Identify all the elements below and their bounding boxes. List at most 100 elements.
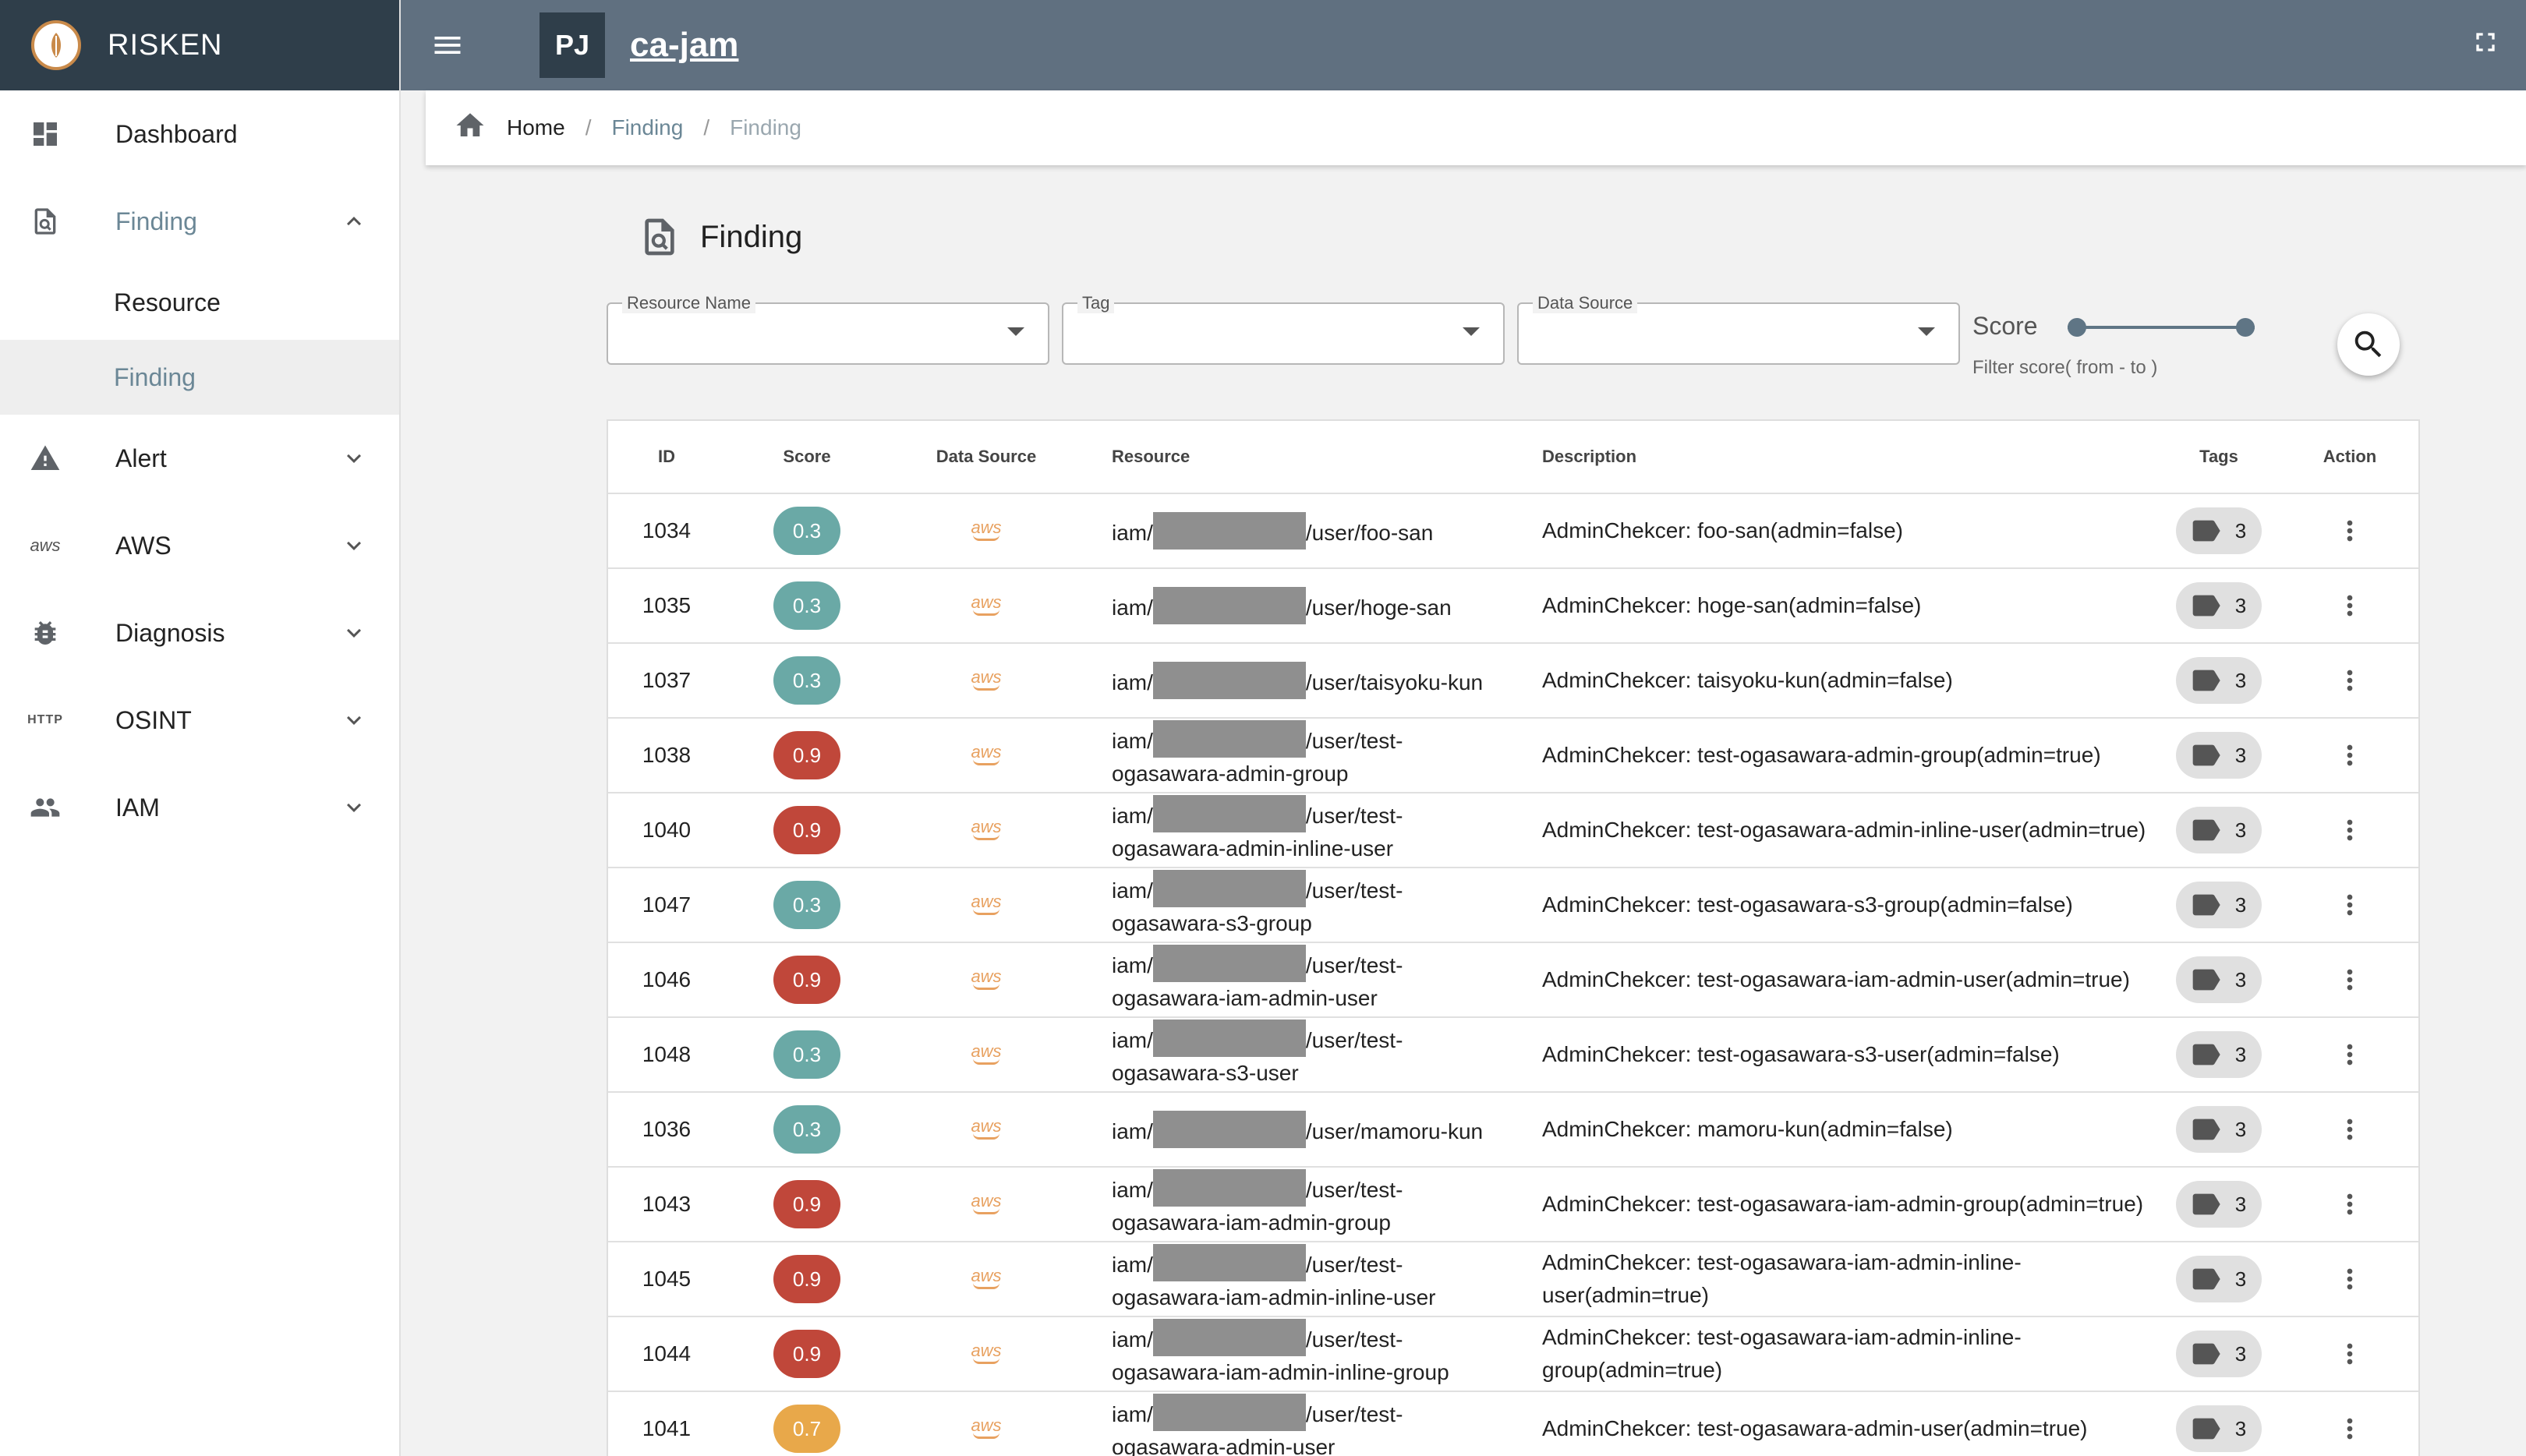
more-vert-icon[interactable] bbox=[2334, 1405, 2365, 1452]
table-row[interactable]: 1038 0.9 aws iam//user/test-ogasawara-ad… bbox=[608, 719, 2418, 793]
tags-chip[interactable]: 3 bbox=[2176, 1106, 2262, 1153]
more-vert-icon[interactable] bbox=[2334, 1256, 2365, 1302]
tag-select[interactable]: Tag bbox=[1062, 293, 1505, 365]
sidebar-subitem-finding[interactable]: Finding bbox=[0, 340, 399, 415]
more-vert-icon[interactable] bbox=[2334, 956, 2365, 1003]
column-header-score[interactable]: Score bbox=[725, 447, 889, 467]
resource-prefix: iam/ bbox=[1112, 1028, 1153, 1052]
dropdown-arrow-icon bbox=[1463, 327, 1480, 336]
table-row[interactable]: 1047 0.3 aws iam//user/test-ogasawara-s3… bbox=[608, 868, 2418, 943]
more-vert-icon[interactable] bbox=[2334, 1031, 2365, 1078]
breadcrumb-finding[interactable]: Finding bbox=[611, 115, 683, 140]
more-vert-icon[interactable] bbox=[2334, 507, 2365, 554]
chevron-down-icon[interactable] bbox=[340, 706, 368, 734]
tags-chip[interactable]: 3 bbox=[2176, 882, 2262, 928]
table-row[interactable]: 1034 0.3 aws iam/ /user/foo-san AdminChek… bbox=[608, 494, 2418, 569]
finding-id: 1035 bbox=[642, 593, 692, 617]
data-source-select[interactable]: Data Source bbox=[1517, 293, 1960, 365]
description-cell: AdminChekcer: test-ogasawara-admin-group… bbox=[1542, 743, 2101, 767]
fullscreen-icon[interactable] bbox=[2470, 27, 2507, 64]
more-vert-icon[interactable] bbox=[2334, 1106, 2365, 1153]
column-header-resource[interactable]: Resource bbox=[1084, 440, 1514, 473]
tags-chip[interactable]: 3 bbox=[2176, 1331, 2262, 1377]
chevron-down-icon[interactable] bbox=[340, 793, 368, 822]
table-row[interactable]: 1036 0.3 aws iam/ /user/mamoru-kun AdminC… bbox=[608, 1093, 2418, 1168]
sidebar-item-alert[interactable]: Alert bbox=[0, 415, 399, 502]
tags-chip[interactable]: 3 bbox=[2176, 1256, 2262, 1302]
column-header-description[interactable]: Description bbox=[1514, 440, 2156, 473]
slider-thumb-from[interactable] bbox=[2068, 318, 2086, 337]
chevron-down-icon[interactable] bbox=[340, 619, 368, 647]
label-icon bbox=[2192, 744, 2220, 766]
table-row[interactable]: 1045 0.9 aws iam//user/test-ogasawara-ia… bbox=[608, 1242, 2418, 1317]
data-source-cell: aws bbox=[889, 594, 1084, 616]
resource-prefix: iam/ bbox=[1112, 1327, 1153, 1352]
redacted-account-id bbox=[1152, 1244, 1306, 1281]
more-vert-icon[interactable] bbox=[2334, 732, 2365, 779]
risken-logo-icon[interactable] bbox=[31, 20, 81, 70]
column-header-id[interactable]: ID bbox=[608, 447, 725, 467]
sidebar-item-iam[interactable]: IAM bbox=[0, 764, 399, 851]
chevron-down-icon[interactable] bbox=[340, 444, 368, 472]
project-badge[interactable]: PJ bbox=[540, 12, 605, 78]
tags-chip[interactable]: 3 bbox=[2176, 1405, 2262, 1452]
sidebar-item-diagnosis[interactable]: Diagnosis bbox=[0, 589, 399, 677]
home-icon[interactable] bbox=[454, 109, 486, 147]
table-row[interactable]: 1040 0.9 aws iam//user/test-ogasawara-ad… bbox=[608, 793, 2418, 868]
more-vert-icon[interactable] bbox=[2334, 807, 2365, 853]
more-vert-icon[interactable] bbox=[2334, 657, 2365, 704]
table-row[interactable]: 1035 0.3 aws iam/ /user/hoge-san AdminChe… bbox=[608, 569, 2418, 644]
sidebar-item-osint[interactable]: HTTP OSINT bbox=[0, 677, 399, 764]
table-row[interactable]: 1048 0.3 aws iam//user/test-ogasawara-s3… bbox=[608, 1018, 2418, 1093]
sidebar-subitem-resource[interactable]: Resource bbox=[0, 265, 399, 340]
table-row[interactable]: 1044 0.9 aws iam//user/test-ogasawara-ia… bbox=[608, 1317, 2418, 1392]
tags-count: 3 bbox=[2234, 1267, 2247, 1291]
aws-icon-text: aws bbox=[971, 1415, 1002, 1435]
score-filter-hint: Filter score( from - to ) bbox=[1972, 357, 2158, 378]
sidebar-item-finding[interactable]: Finding bbox=[0, 178, 399, 265]
tags-chip[interactable]: 3 bbox=[2176, 807, 2262, 853]
score-range-slider[interactable] bbox=[2068, 318, 2255, 337]
table-row[interactable]: 1041 0.7 aws iam//user/test-ogasawara-ad… bbox=[608, 1392, 2418, 1456]
more-vert-icon[interactable] bbox=[2334, 882, 2365, 928]
resource-name-select[interactable]: Resource Name bbox=[607, 293, 1049, 365]
action-cell bbox=[2281, 807, 2418, 853]
redacted-account-id bbox=[1152, 1394, 1306, 1431]
score-cell: 0.7 bbox=[725, 1405, 889, 1453]
project-name-link[interactable]: ca-jam bbox=[630, 26, 738, 65]
sidebar-item-aws[interactable]: aws AWS bbox=[0, 502, 399, 589]
sidebar-item-label: Diagnosis bbox=[115, 618, 225, 647]
aws-icon: aws bbox=[971, 1417, 1002, 1439]
tags-chip[interactable]: 3 bbox=[2176, 507, 2262, 554]
tags-chip[interactable]: 3 bbox=[2176, 956, 2262, 1003]
breadcrumb-separator: / bbox=[585, 115, 592, 140]
more-vert-icon[interactable] bbox=[2334, 1331, 2365, 1377]
search-button[interactable] bbox=[2337, 313, 2400, 376]
tags-chip[interactable]: 3 bbox=[2176, 1181, 2262, 1228]
more-vert-icon[interactable] bbox=[2334, 1181, 2365, 1228]
table-row[interactable]: 1037 0.3 aws iam/ /user/taisyoku-kun Admi… bbox=[608, 644, 2418, 719]
chevron-up-icon[interactable] bbox=[340, 207, 368, 235]
score-badge: 0.7 bbox=[773, 1405, 840, 1453]
column-header-data-source[interactable]: Data Source bbox=[889, 447, 1084, 467]
aws-icon-text: aws bbox=[971, 1041, 1002, 1061]
sidebar-item-label: IAM bbox=[115, 793, 160, 822]
resource-cell: iam//user/test-ogasawara-iam-admin-inlin… bbox=[1084, 1319, 1514, 1389]
table-row[interactable]: 1046 0.9 aws iam//user/test-ogasawara-ia… bbox=[608, 943, 2418, 1018]
breadcrumb-home[interactable]: Home bbox=[507, 115, 565, 140]
aws-icon-text: aws bbox=[971, 1341, 1002, 1360]
tags-chip[interactable]: 3 bbox=[2176, 657, 2262, 704]
action-cell bbox=[2281, 1181, 2418, 1228]
app-name[interactable]: RISKEN bbox=[108, 29, 222, 62]
sidebar-item-dashboard[interactable]: Dashboard bbox=[0, 90, 399, 178]
label-icon bbox=[2192, 1119, 2220, 1140]
table-row[interactable]: 1043 0.9 aws iam//user/test-ogasawara-ia… bbox=[608, 1168, 2418, 1242]
tags-chip[interactable]: 3 bbox=[2176, 1031, 2262, 1078]
slider-thumb-to[interactable] bbox=[2236, 318, 2255, 337]
tags-chip[interactable]: 3 bbox=[2176, 582, 2262, 629]
tags-count: 3 bbox=[2234, 1042, 2247, 1066]
menu-icon[interactable] bbox=[423, 20, 472, 70]
tags-chip[interactable]: 3 bbox=[2176, 732, 2262, 779]
chevron-down-icon[interactable] bbox=[340, 532, 368, 560]
more-vert-icon[interactable] bbox=[2334, 582, 2365, 629]
